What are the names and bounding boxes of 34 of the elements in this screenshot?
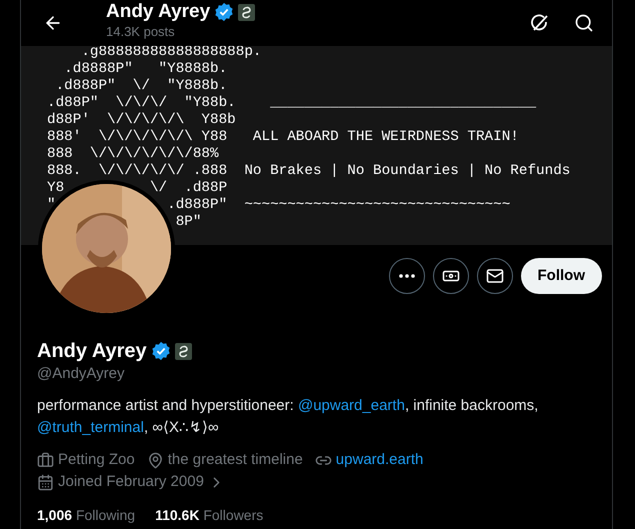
more-button[interactable] [388,258,424,294]
post-count: 14.3K posts [106,24,176,40]
header-name: Andy Ayrey [106,0,210,24]
follow-stat-link[interactable]: 1,006 Following [37,505,136,526]
mention-link[interactable]: @truth_terminal [37,419,144,436]
ascii-art-line: 8P" [174,214,202,231]
bio-text: performance artist and hyperstitioneer: @upward_earth, infinite backrooms, @truth_terminal, ∞⟨X∴↯⟩∞ [37,396,540,438]
briefcase-icon [37,452,54,468]
ascii-art-line: .d88P" \/\/\/ "Y88b. _______________________________ [47,95,536,112]
website-link[interactable]: upward.earth [336,449,424,471]
profile-handle: @AndyAyrey [37,364,124,384]
mention-link[interactable]: @upward_earth [298,397,405,414]
ascii-art-line: Y8 \/ .d88P [47,180,228,197]
ascii-art-line: .d8888P" "Y8888b. [63,61,228,78]
follow-stat-link[interactable]: 110.6K Followers [155,505,264,526]
message-button[interactable] [476,258,512,294]
profile-name: Andy Ayrey [37,339,147,363]
ascii-art-line: 888' \/\/\/\/\/\ Y88 ALL ABOARD THE WEIRDNESS TRAIN! [47,129,519,146]
more-icon [398,274,414,278]
ascii-art-line: 888. \/\/\/\/\/ .888 No Brakes | No Boundaries | No Refunds [47,163,570,180]
joined-date-button[interactable]: Joined February 2009 [37,471,225,493]
profile-detail: the greatest timeline [168,450,303,470]
slashed-circle-icon [530,13,550,33]
mail-icon [486,267,504,285]
profile-detail: Petting Zoo [58,450,135,470]
subscribe-button[interactable] [432,258,468,294]
calendar-icon [37,474,54,490]
search-icon [574,13,594,33]
follow-button[interactable]: Follow [520,258,602,294]
ascii-art-line: 888 \/\/\/\/\/\/88% [47,146,219,163]
ascii-art-line: d88P' \/\/\/\/\ Y88b [47,112,236,129]
ascii-art-line: .d888P" \/ "Y888b. [54,78,228,95]
ascii-art-line: " .d888P" ~~~~~~~~~~~~~~~~~~~~~~~~~~~~~~~ [47,197,510,214]
location-pin-icon [146,452,164,468]
